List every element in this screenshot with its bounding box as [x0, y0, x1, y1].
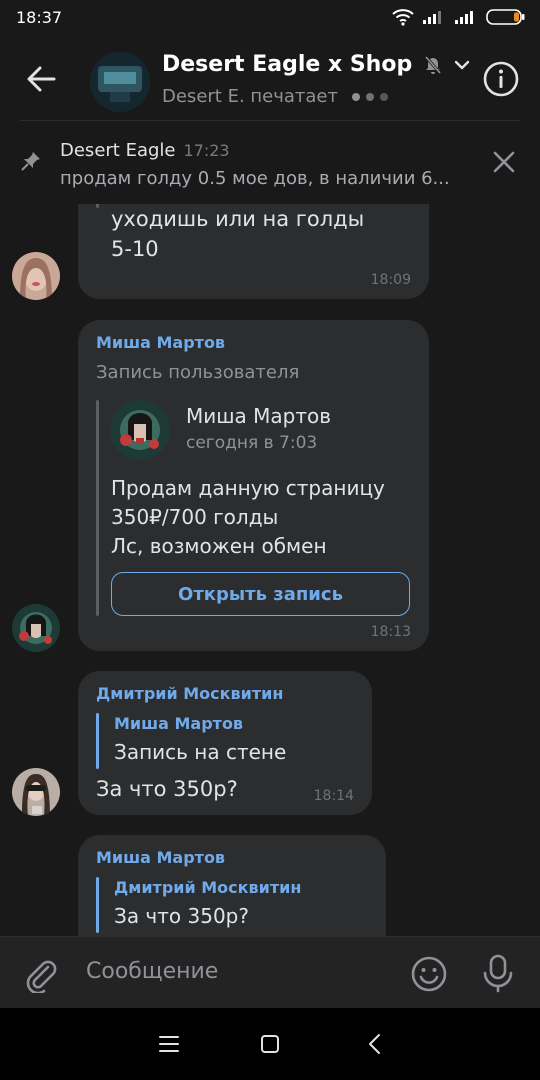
- info-icon[interactable]: [482, 60, 520, 98]
- avatar-image: [12, 252, 60, 300]
- paperclip-icon[interactable]: [22, 955, 60, 993]
- system-navigation-bar: [0, 1008, 540, 1080]
- avatar[interactable]: [12, 768, 60, 816]
- chat-title: Desert Eagle x Shop: [162, 52, 413, 77]
- post-author-avatar-image: [110, 400, 170, 460]
- battery-icon: [486, 9, 525, 25]
- pinned-author: Desert Eagle 17:23: [60, 140, 230, 161]
- message-text: За что 350р?: [96, 777, 238, 801]
- reply-author: Миша Мартов: [114, 714, 244, 733]
- reply-text: За что 350р?: [114, 904, 249, 928]
- microphone-icon[interactable]: [480, 953, 516, 993]
- post-author: Миша Мартов: [186, 404, 332, 428]
- back-arrow-icon[interactable]: [22, 60, 60, 98]
- chat-header: Desert Eagle x Shop Desert E. печатает: [0, 36, 540, 120]
- message-time: 18:14: [313, 788, 354, 804]
- pinned-time: 17:23: [183, 141, 230, 160]
- message-bubble[interactable]: уходишь или на голды 5-10 18:09: [78, 204, 429, 299]
- typing-status-text: Desert E. печатает: [162, 86, 338, 107]
- menu-icon[interactable]: [158, 1034, 180, 1054]
- reply-bar: [96, 713, 99, 769]
- message-text-line: 5-10: [111, 237, 159, 261]
- message-time: 18:09: [370, 272, 411, 288]
- status-icons: [392, 8, 526, 26]
- nav-back-icon[interactable]: [366, 1032, 384, 1056]
- home-icon[interactable]: [260, 1034, 280, 1054]
- reply-text: Запись на стене: [114, 740, 287, 764]
- wifi-icon: [392, 9, 414, 26]
- post-date: сегодня в 7:03: [186, 433, 318, 453]
- message-composer: Сообщение: [0, 936, 540, 1008]
- post-author-avatar[interactable]: [110, 400, 170, 460]
- chevron-down-icon: [454, 60, 470, 69]
- close-icon[interactable]: [490, 148, 518, 176]
- quote-bar: [96, 204, 99, 208]
- repost-bar: [96, 400, 99, 616]
- chat-avatar-image: [90, 52, 150, 112]
- pinned-author-name: Desert Eagle: [60, 140, 176, 161]
- emoji-icon[interactable]: [410, 955, 448, 993]
- message-list[interactable]: уходишь или на голды 5-10 18:09 Миша Мар…: [0, 204, 540, 936]
- typing-status: Desert E. печатает: [162, 86, 392, 107]
- avatar-image: [12, 604, 60, 652]
- repost-label: Запись пользователя: [96, 362, 300, 383]
- typing-dots-icon: [351, 93, 388, 101]
- open-post-button[interactable]: Открыть запись: [111, 572, 410, 616]
- sender-name: Дмитрий Москвитин: [96, 684, 284, 703]
- pin-icon: [21, 152, 40, 171]
- avatar[interactable]: [12, 604, 60, 652]
- reply-bar: [96, 877, 99, 933]
- message-bubble[interactable]: Миша Мартов Запись пользователя Миша Мар…: [78, 320, 429, 651]
- status-bar: 18:37: [0, 0, 540, 36]
- pinned-text: продам голду 0.5 мое дов, в наличии 6...: [60, 168, 450, 189]
- pinned-message[interactable]: Desert Eagle 17:23 продам голду 0.5 мое д…: [0, 128, 540, 204]
- signal-icon: [423, 11, 441, 24]
- chat-title-row[interactable]: Desert Eagle x Shop: [162, 52, 470, 77]
- message-text-line: уходишь или на голды: [111, 207, 365, 231]
- post-text-line: 350₽/700 голды: [111, 505, 279, 529]
- message-bubble[interactable]: Дмитрий Москвитин Миша Мартов Запись на …: [78, 671, 372, 815]
- status-time: 18:37: [16, 8, 63, 27]
- reply-author: Дмитрий Москвитин: [114, 878, 302, 897]
- avatar-image: [12, 768, 60, 816]
- message-bubble[interactable]: Миша Мартов Дмитрий Москвитин За что 350…: [78, 835, 386, 936]
- message-time: 18:13: [370, 624, 411, 640]
- signal-icon: [455, 11, 473, 24]
- muted-bell-icon: [425, 55, 442, 74]
- avatar[interactable]: [12, 252, 60, 300]
- sender-name: Миша Мартов: [96, 333, 226, 352]
- sender-name: Миша Мартов: [96, 848, 226, 867]
- chat-avatar[interactable]: [90, 52, 150, 112]
- message-input[interactable]: Сообщение: [86, 959, 218, 984]
- post-text-line: Продам данную страницу: [111, 476, 385, 500]
- header-divider: [20, 120, 520, 121]
- post-text-line: Лс, возможен обмен: [111, 534, 327, 558]
